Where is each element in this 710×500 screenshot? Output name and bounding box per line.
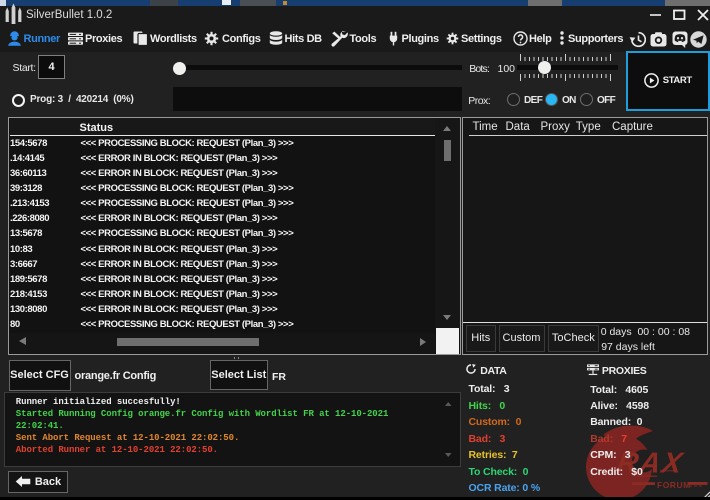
svg-text:FORUM: FORUM xyxy=(657,480,691,490)
